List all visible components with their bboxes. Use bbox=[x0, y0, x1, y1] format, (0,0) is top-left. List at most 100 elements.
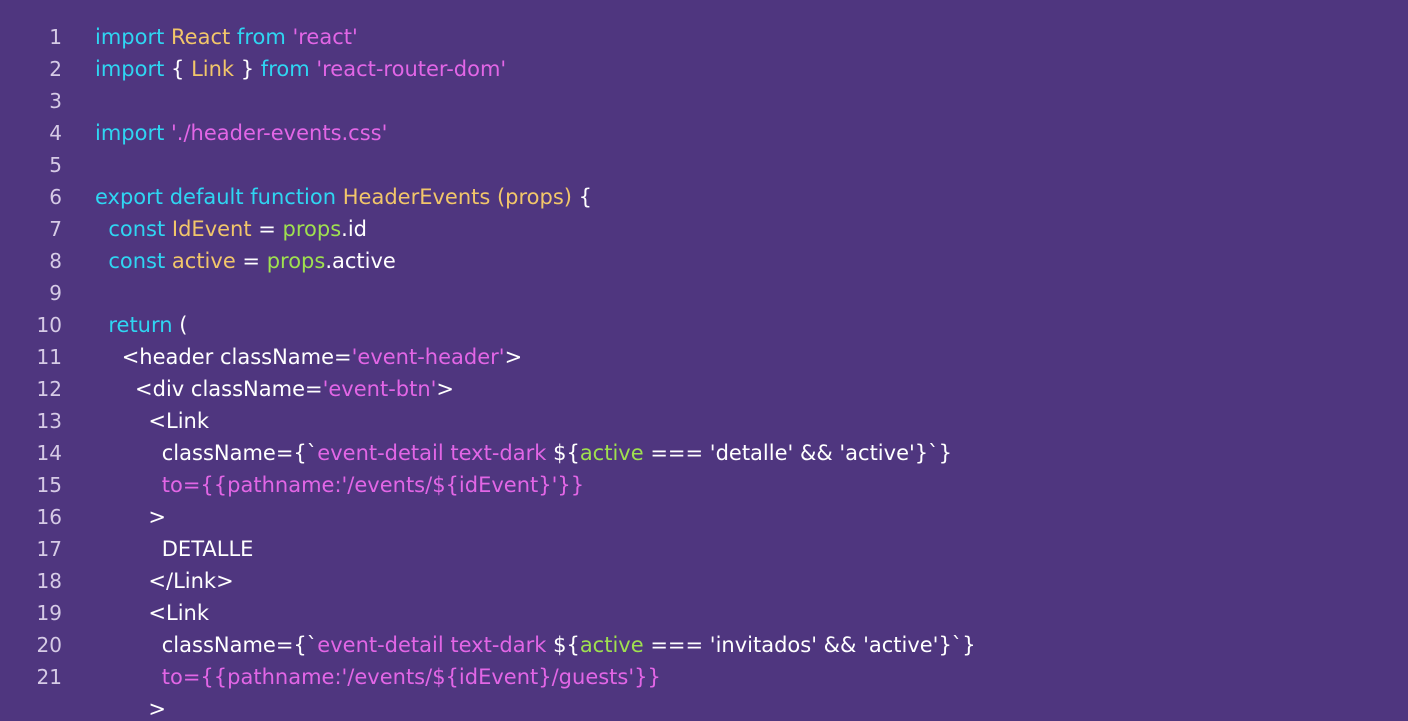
code-token: IdEvent bbox=[171, 217, 252, 241]
line-number: 3 bbox=[49, 89, 62, 113]
code-token: active bbox=[579, 633, 644, 657]
code-text: return ( bbox=[95, 309, 187, 341]
code-token: === 'invitados' && 'active'}`} bbox=[643, 633, 976, 657]
line-number: 9 bbox=[49, 281, 62, 305]
line-number: 19 bbox=[36, 601, 62, 625]
code-token: .id bbox=[341, 217, 368, 241]
code-text: to={{pathname:'/events/${idEvent}/guests… bbox=[95, 661, 661, 693]
code-token: React bbox=[171, 25, 237, 49]
code-text: const active = props.active bbox=[95, 245, 396, 277]
code-token: .active bbox=[325, 249, 396, 273]
code-token: { bbox=[171, 57, 192, 81]
code-line: 6 export default function HeaderEvents (p… bbox=[0, 181, 1408, 213]
code-line: 3 bbox=[0, 85, 1408, 117]
code-token: 'react-router-dom' bbox=[316, 57, 507, 81]
code-line: 2 import { Link } from 'react-router-dom' bbox=[0, 53, 1408, 85]
code-line: 17 DETALLE bbox=[0, 533, 1408, 565]
code-line: 12 <div className='event-btn'> bbox=[0, 373, 1408, 405]
code-text: className={`event-detail text-dark ${act… bbox=[95, 437, 952, 469]
code-token: from bbox=[236, 25, 293, 49]
code-line: 5 bbox=[0, 149, 1408, 181]
line-number: 11 bbox=[36, 345, 62, 369]
code-text: import { Link } from 'react-router-dom' bbox=[95, 53, 506, 85]
line-number: 2 bbox=[49, 57, 62, 81]
code-token: { bbox=[571, 185, 593, 209]
code-token: props bbox=[282, 217, 342, 241]
line-number: 10 bbox=[36, 313, 62, 337]
code-text: <div className='event-btn'> bbox=[95, 373, 454, 405]
code-text: > bbox=[95, 501, 166, 533]
code-text: className={`event-detail text-dark ${act… bbox=[95, 629, 976, 661]
code-token: ${ bbox=[553, 441, 580, 465]
code-token: className={` bbox=[95, 441, 318, 465]
code-token: from bbox=[260, 57, 317, 81]
code-token: import bbox=[95, 25, 172, 49]
code-line: 11 <header className='event-header'> bbox=[0, 341, 1408, 373]
code-token: > bbox=[95, 505, 166, 529]
code-line: 14 className={`event-detail text-dark ${… bbox=[0, 437, 1408, 469]
code-text: import './header-events.css' bbox=[95, 117, 387, 149]
code-line: 8 const active = props.active bbox=[0, 245, 1408, 277]
code-token: </Link> bbox=[95, 569, 234, 593]
line-number: 17 bbox=[36, 537, 62, 561]
line-number: 15 bbox=[36, 473, 62, 497]
code-line: 15 to={{pathname:'/events/${idEvent}'}} bbox=[0, 469, 1408, 501]
code-editor[interactable]: 1 import React from 'react' 2 import { Link… bbox=[0, 0, 1408, 721]
code-token: props bbox=[266, 249, 326, 273]
code-token: import bbox=[95, 57, 172, 81]
code-text: > bbox=[95, 693, 166, 721]
line-number: 8 bbox=[49, 249, 62, 273]
line-number: 18 bbox=[36, 569, 62, 593]
code-token: active bbox=[171, 249, 236, 273]
code-token: 'event-btn' bbox=[322, 377, 437, 401]
code-token: = bbox=[235, 249, 267, 273]
code-token: event-detail text-dark bbox=[317, 633, 554, 657]
line-number: 21 bbox=[36, 665, 62, 689]
line-number: 7 bbox=[49, 217, 62, 241]
code-line: 1 import React from 'react' bbox=[0, 21, 1408, 53]
line-number: 1 bbox=[49, 25, 62, 49]
line-number: 6 bbox=[49, 185, 62, 209]
code-token: './header-events.css' bbox=[171, 121, 388, 145]
code-token: === 'detalle' && 'active'}`} bbox=[643, 441, 952, 465]
code-token: <Link bbox=[95, 409, 210, 433]
code-line: 20 className={`event-detail text-dark ${… bbox=[0, 629, 1408, 661]
line-number: 5 bbox=[49, 153, 62, 177]
code-token: > bbox=[436, 377, 455, 401]
code-text: <header className='event-header'> bbox=[95, 341, 522, 373]
code-text: to={{pathname:'/events/${idEvent}'}} bbox=[95, 469, 584, 501]
code-line: 7 const IdEvent = props.id bbox=[0, 213, 1408, 245]
code-token: active bbox=[579, 441, 644, 465]
code-token: > bbox=[95, 697, 166, 721]
code-token: export default function bbox=[95, 185, 343, 209]
code-token: = bbox=[251, 217, 283, 241]
line-number: 16 bbox=[36, 505, 62, 529]
code-token: > bbox=[504, 345, 523, 369]
code-text: </Link> bbox=[95, 565, 234, 597]
code-line: 16 > bbox=[0, 501, 1408, 533]
code-token: Link bbox=[191, 57, 235, 81]
code-token: <Link bbox=[95, 601, 210, 625]
line-number: 13 bbox=[36, 409, 62, 433]
code-text: <Link bbox=[95, 597, 209, 629]
code-token: className={` bbox=[95, 633, 318, 657]
code-token: <div className= bbox=[95, 377, 323, 401]
code-line: 10 return ( bbox=[0, 309, 1408, 341]
line-number: 12 bbox=[36, 377, 62, 401]
line-number: 4 bbox=[49, 121, 62, 145]
code-token: 'event-header' bbox=[351, 345, 505, 369]
code-token: event-detail text-dark bbox=[317, 441, 554, 465]
code-token: const bbox=[95, 217, 172, 241]
code-line: 18 </Link> bbox=[0, 565, 1408, 597]
code-text: import React from 'react' bbox=[95, 21, 358, 53]
code-line: 21 to={{pathname:'/events/${idEvent}/gue… bbox=[0, 661, 1408, 693]
code-text: DETALLE bbox=[95, 533, 254, 565]
code-token: to={{pathname:'/events/${idEvent}'}} bbox=[95, 473, 585, 497]
code-token: ${ bbox=[553, 633, 580, 657]
code-line: 19 <Link bbox=[0, 597, 1408, 629]
code-token: 'react' bbox=[292, 25, 358, 49]
code-text: export default function HeaderEvents (pr… bbox=[95, 181, 592, 213]
code-token: DETALLE bbox=[95, 537, 254, 561]
code-token: return bbox=[95, 313, 180, 337]
code-line: 4 import './header-events.css' bbox=[0, 117, 1408, 149]
